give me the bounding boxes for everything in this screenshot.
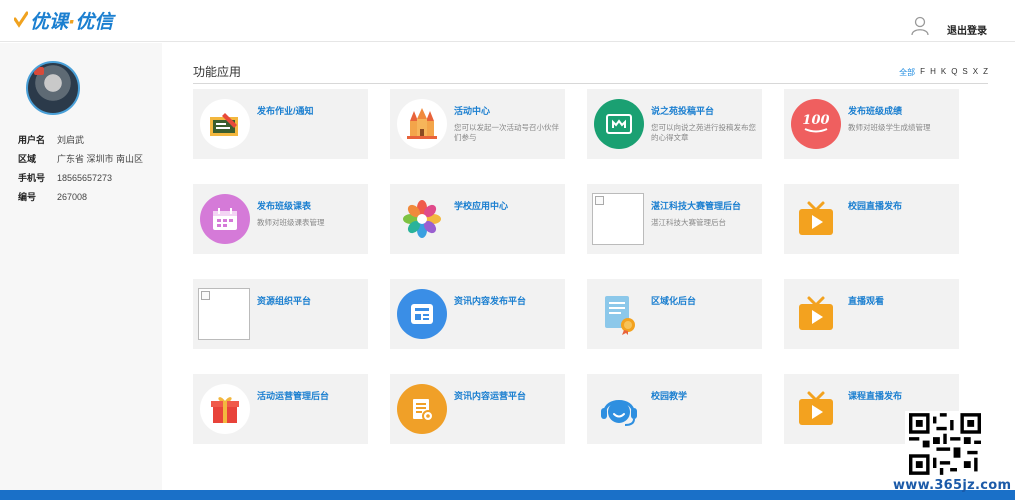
svg-text:100: 100: [802, 113, 829, 128]
app-card-school-app-center[interactable]: 学校应用中心: [390, 184, 565, 254]
info-key: 编号: [18, 192, 37, 202]
app-title: 说之苑投稿平台: [651, 106, 715, 116]
logo[interactable]: 优课·优信: [14, 8, 114, 33]
app-title: 区域化后台: [651, 296, 697, 306]
app-title: 资讯内容发布平台: [454, 296, 527, 306]
info-value: 267008: [57, 192, 88, 202]
app-card-resource-platform[interactable]: 资源组织平台: [193, 279, 368, 349]
watermark-text: www.365jz.com: [893, 478, 1012, 493]
app-title: 湛江科技大赛管理后台: [651, 201, 742, 211]
qr-code: [905, 411, 985, 481]
filter-s[interactable]: S: [962, 67, 967, 78]
app-card-news-ops[interactable]: 资讯内容运营平台: [390, 374, 565, 444]
tv-play-icon: [791, 194, 841, 244]
info-row-id: 编号 267008: [18, 188, 143, 207]
app-desc: 您可以向说之苑进行投稿发布您的心得文章: [651, 123, 756, 142]
filter-f[interactable]: F: [920, 67, 925, 78]
filter-h[interactable]: H: [930, 67, 936, 78]
user-info: 用户名 刘启武 区域 广东省 深圳市 南山区 手机号 18565657273 编…: [18, 131, 143, 207]
logo-check-icon: [14, 11, 28, 28]
info-key: 用户名: [18, 135, 46, 145]
info-row-username: 用户名 刘启武: [18, 131, 143, 150]
filter-z[interactable]: Z: [983, 67, 988, 78]
app-card-regional-admin[interactable]: 区域化后台: [587, 279, 762, 349]
calendar-icon: [200, 194, 250, 244]
app-card-activity-ops[interactable]: 活动运营管理后台: [193, 374, 368, 444]
info-value: 18565657273: [57, 173, 113, 183]
main-content: 功能应用 全部 F H K Q S X Z 发布作业/通知 活动中心 您可以发起…: [193, 60, 988, 444]
homework-icon: [200, 99, 250, 149]
section-title: 功能应用: [193, 65, 242, 79]
app-title: 活动运营管理后台: [257, 391, 330, 401]
certificate-icon: [594, 289, 644, 339]
letter-filter: 全部 F H K Q S X Z: [899, 67, 988, 78]
top-bar: 优课·优信 退出登录: [0, 0, 1015, 42]
headset-icon: [594, 384, 644, 434]
filter-k[interactable]: K: [941, 67, 946, 78]
news-icon: [397, 289, 447, 339]
filter-q[interactable]: Q: [951, 67, 957, 78]
app-title: 发布班级课表: [257, 201, 312, 211]
app-desc: 教师对班级学生成绩管理: [848, 123, 931, 132]
app-title: 活动中心: [454, 106, 491, 116]
app-card-class-schedule[interactable]: 发布班级课表 教师对班级课表管理: [193, 184, 368, 254]
gift-icon: [200, 384, 250, 434]
avatar[interactable]: [26, 61, 80, 115]
qr-code-icon: [909, 413, 981, 475]
filter-x[interactable]: X: [973, 67, 978, 78]
app-card-campus-teaching[interactable]: 校园教学: [587, 374, 762, 444]
app-card-live-watch[interactable]: 直播观看: [784, 279, 959, 349]
app-card-submission[interactable]: 说之苑投稿平台 您可以向说之苑进行投稿发布您的心得文章: [587, 89, 762, 159]
app-card-zhanjiang-contest[interactable]: 湛江科技大赛管理后台 湛江科技大赛管理后台: [587, 184, 762, 254]
flower-icon: [397, 194, 447, 244]
app-title: 资源组织平台: [257, 296, 312, 306]
info-value: 广东省 深圳市 南山区: [57, 154, 144, 164]
broken-image-icon: [198, 288, 250, 340]
user-icon[interactable]: [911, 16, 929, 36]
doc-gear-icon: [397, 384, 447, 434]
app-title: 发布作业/通知: [257, 106, 314, 116]
app-card-homework[interactable]: 发布作业/通知: [193, 89, 368, 159]
section-header: 功能应用 全部 F H K Q S X Z: [193, 60, 988, 84]
footer-bar: [0, 490, 1015, 500]
submission-icon: [594, 99, 644, 149]
broken-image-glyph: [201, 291, 210, 300]
app-desc: 您可以发起一次活动号召小伙伴们参与: [454, 123, 559, 142]
filter-all[interactable]: 全部: [899, 67, 915, 78]
app-desc: 教师对班级课表管理: [257, 218, 325, 227]
logout-button[interactable]: 退出登录: [947, 22, 987, 37]
info-row-phone: 手机号 18565657273: [18, 169, 143, 188]
score-100-icon: 100: [791, 99, 841, 149]
info-value: 刘启武: [57, 135, 85, 145]
info-key: 区域: [18, 154, 37, 164]
app-card-class-scores[interactable]: 100 发布班级成绩 教师对班级学生成绩管理: [784, 89, 959, 159]
app-title: 校园直播发布: [848, 201, 903, 211]
app-card-news-publish[interactable]: 资讯内容发布平台: [390, 279, 565, 349]
app-title: 校园教学: [651, 391, 688, 401]
logo-text: 优课·优信: [30, 10, 114, 33]
tv-play-icon: [791, 289, 841, 339]
app-card-campus-live-publish[interactable]: 校园直播发布: [784, 184, 959, 254]
app-title: 学校应用中心: [454, 201, 509, 211]
tv-play-icon: [791, 384, 841, 434]
castle-icon: [397, 99, 447, 149]
app-title: 课程直播发布: [848, 391, 903, 401]
app-title: 直播观看: [848, 296, 885, 306]
info-key: 手机号: [18, 173, 46, 183]
broken-image-glyph: [595, 196, 604, 205]
info-row-region: 区域 广东省 深圳市 南山区: [18, 150, 143, 169]
app-desc: 湛江科技大赛管理后台: [651, 218, 726, 227]
app-title: 发布班级成绩: [848, 106, 903, 116]
app-title: 资讯内容运营平台: [454, 391, 527, 401]
broken-image-icon: [592, 193, 644, 245]
sidebar: 用户名 刘启武 区域 广东省 深圳市 南山区 手机号 18565657273 编…: [0, 43, 162, 490]
app-card-activity-center[interactable]: 活动中心 您可以发起一次活动号召小伙伴们参与: [390, 89, 565, 159]
